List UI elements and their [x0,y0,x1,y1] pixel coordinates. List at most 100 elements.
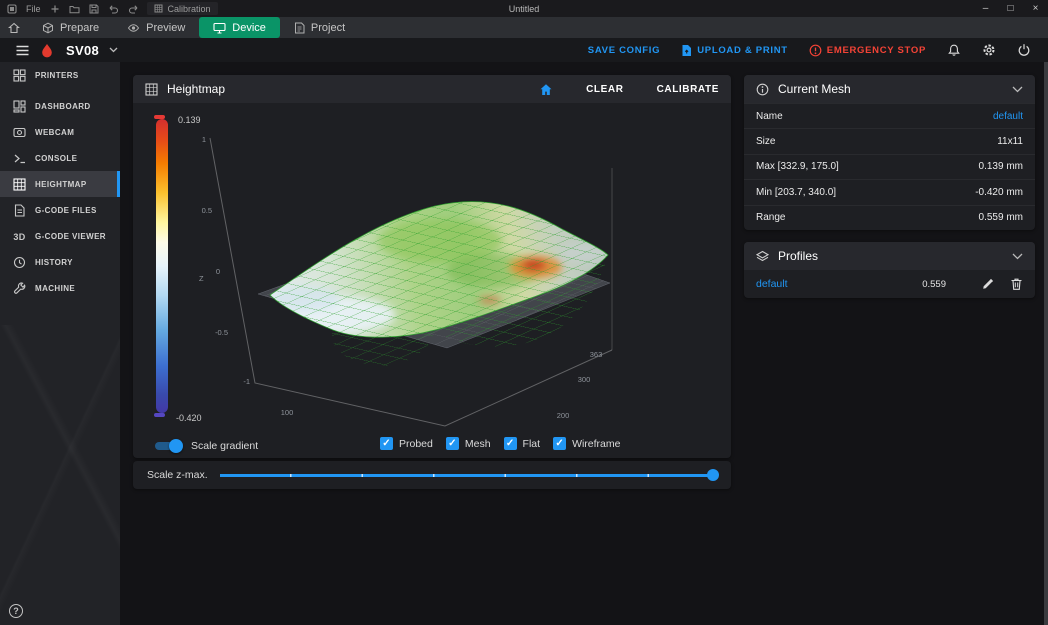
check-icon: ✓ [382,438,390,449]
tab-project[interactable]: Project [280,17,359,38]
check-icon: ✓ [555,438,563,449]
z-tick: -0.5 [215,328,228,337]
scale-z-card: Scale z-max. [133,461,731,489]
layers-icon [756,250,769,263]
history-clock-icon [12,256,27,269]
sidebar-item-dashboard[interactable]: DASHBOARD [0,93,120,119]
calibration-tab[interactable]: Calibration [147,2,218,15]
heightmap-card-header: Heightmap CLEAR CALIBRATE [133,75,731,103]
row-value: -0.420 mm [975,187,1023,198]
sidebar-item-webcam[interactable]: WEBCAM [0,119,120,145]
slider-track[interactable] [220,474,717,477]
home-position-button[interactable] [539,83,553,96]
new-icon[interactable] [50,4,60,14]
menu-hamburger-icon[interactable] [15,44,30,57]
profile-range: 0.559 [922,279,946,290]
sidebar-item-console[interactable]: CONSOLE [0,145,120,171]
help-button[interactable]: ? [9,604,23,618]
fluidd-logo-icon [40,43,54,58]
scale-gradient-toggle[interactable] [155,439,182,453]
scale-z-label: Scale z-max. [147,469,208,481]
mesh-checkbox[interactable]: ✓ [446,437,459,450]
open-folder-icon[interactable] [69,4,80,14]
save-icon[interactable] [89,4,99,14]
colorbar-max-cap [154,115,165,119]
sidebar-item-printers[interactable]: PRINTERS [0,62,120,88]
tab-prepare[interactable]: Prepare [28,17,113,38]
mesh-row-name: Name default [744,103,1035,128]
flat-checkbox[interactable]: ✓ [504,437,517,450]
x-tick: 100 [281,408,294,417]
clear-button[interactable]: CLEAR [586,84,623,95]
x-tick: 300 [578,375,591,384]
home-icon [8,22,20,34]
power-icon[interactable] [1017,43,1031,57]
sidebar-item-label: DASHBOARD [35,102,91,111]
flat-label: Flat [523,438,541,450]
settings-gear-icon[interactable] [982,43,996,57]
minimize-button[interactable]: – [973,0,998,17]
z-axis-label: Z [199,274,204,283]
dashboard-icon [12,100,27,113]
calibrate-button[interactable]: CALIBRATE [657,84,719,95]
home-tab[interactable] [0,17,28,38]
page-scrollbar[interactable] [1044,38,1048,625]
option-flat[interactable]: ✓ Flat [504,437,541,450]
z-tick: -1 [243,377,250,386]
mesh-row-size: Size 11x11 [744,128,1035,153]
current-mesh-header[interactable]: Current Mesh [744,75,1035,103]
row-label: Name [756,111,783,122]
option-mesh[interactable]: ✓ Mesh [446,437,491,450]
tab-device[interactable]: Device [199,17,280,38]
sidebar-item-gcode-files[interactable]: G-CODE FILES [0,197,120,223]
scale-z-slider[interactable] [220,468,717,482]
colorbar-gradient [156,119,168,413]
undo-icon[interactable] [108,4,119,14]
os-titlebar: File Calibration Untitled – □ × [0,0,1048,17]
current-mesh-card: Current Mesh Name default Size 11x11 Max… [744,75,1035,230]
profiles-header[interactable]: Profiles [744,242,1035,270]
option-wireframe[interactable]: ✓ Wireframe [553,437,620,450]
console-icon [12,152,27,165]
collapse-chevron-icon[interactable] [1012,86,1023,93]
emergency-stop-label: EMERGENCY STOP [827,45,926,56]
wireframe-label: Wireframe [572,438,620,450]
toggle-thumb [169,439,183,453]
profile-row-default: default 0.559 [744,270,1035,298]
slider-thumb[interactable] [707,469,719,481]
redo-icon[interactable] [128,4,139,14]
sidebar-item-label: G-CODE VIEWER [35,232,106,241]
sidebar-item-machine[interactable]: MACHINE [0,275,120,301]
sidebar-item-label: PRINTERS [35,71,79,80]
colorbar-min-cap [154,413,165,417]
file-menu[interactable]: File [26,4,41,14]
printer-select-chevron-icon[interactable] [109,47,118,53]
heightmap-card: Heightmap CLEAR CALIBRATE 0.139 -0.420 [133,75,731,458]
edit-pencil-icon[interactable] [981,277,995,291]
emergency-stop-button[interactable]: EMERGENCY STOP [809,44,926,57]
sidebar-item-gcode-viewer[interactable]: 3D G-CODE VIEWER [0,223,120,249]
sidebar-item-history[interactable]: HISTORY [0,249,120,275]
row-label: Min [203.7, 340.0] [756,187,836,198]
save-config-button[interactable]: SAVE CONFIG [588,45,660,56]
collapse-chevron-icon[interactable] [1012,253,1023,260]
notifications-bell-icon[interactable] [947,43,961,57]
delete-trash-icon[interactable] [1010,277,1023,291]
row-value[interactable]: default [993,111,1023,122]
heightmap-title: Heightmap [167,82,225,96]
profile-name-link[interactable]: default [756,278,907,290]
maximize-button[interactable]: □ [998,0,1023,17]
wireframe-checkbox[interactable]: ✓ [553,437,566,450]
probed-checkbox[interactable]: ✓ [380,437,393,450]
sidebar-item-heightmap[interactable]: HEIGHTMAP [0,171,120,197]
option-probed[interactable]: ✓ Probed [380,437,433,450]
x-tick: 363 [590,350,603,359]
upload-print-button[interactable]: UPLOAD & PRINT [681,44,788,57]
heightmap-3d-plot[interactable]: 1 0.5 0 -0.5 -1 Z 100 200 300 363 [190,103,730,429]
printer-name[interactable]: SV08 [66,43,99,58]
row-value: 11x11 [997,136,1023,147]
scale-gradient-label: Scale gradient [191,440,258,452]
close-button[interactable]: × [1023,0,1048,17]
tab-preview[interactable]: Preview [113,17,199,38]
sidebar-item-label: WEBCAM [35,128,74,137]
